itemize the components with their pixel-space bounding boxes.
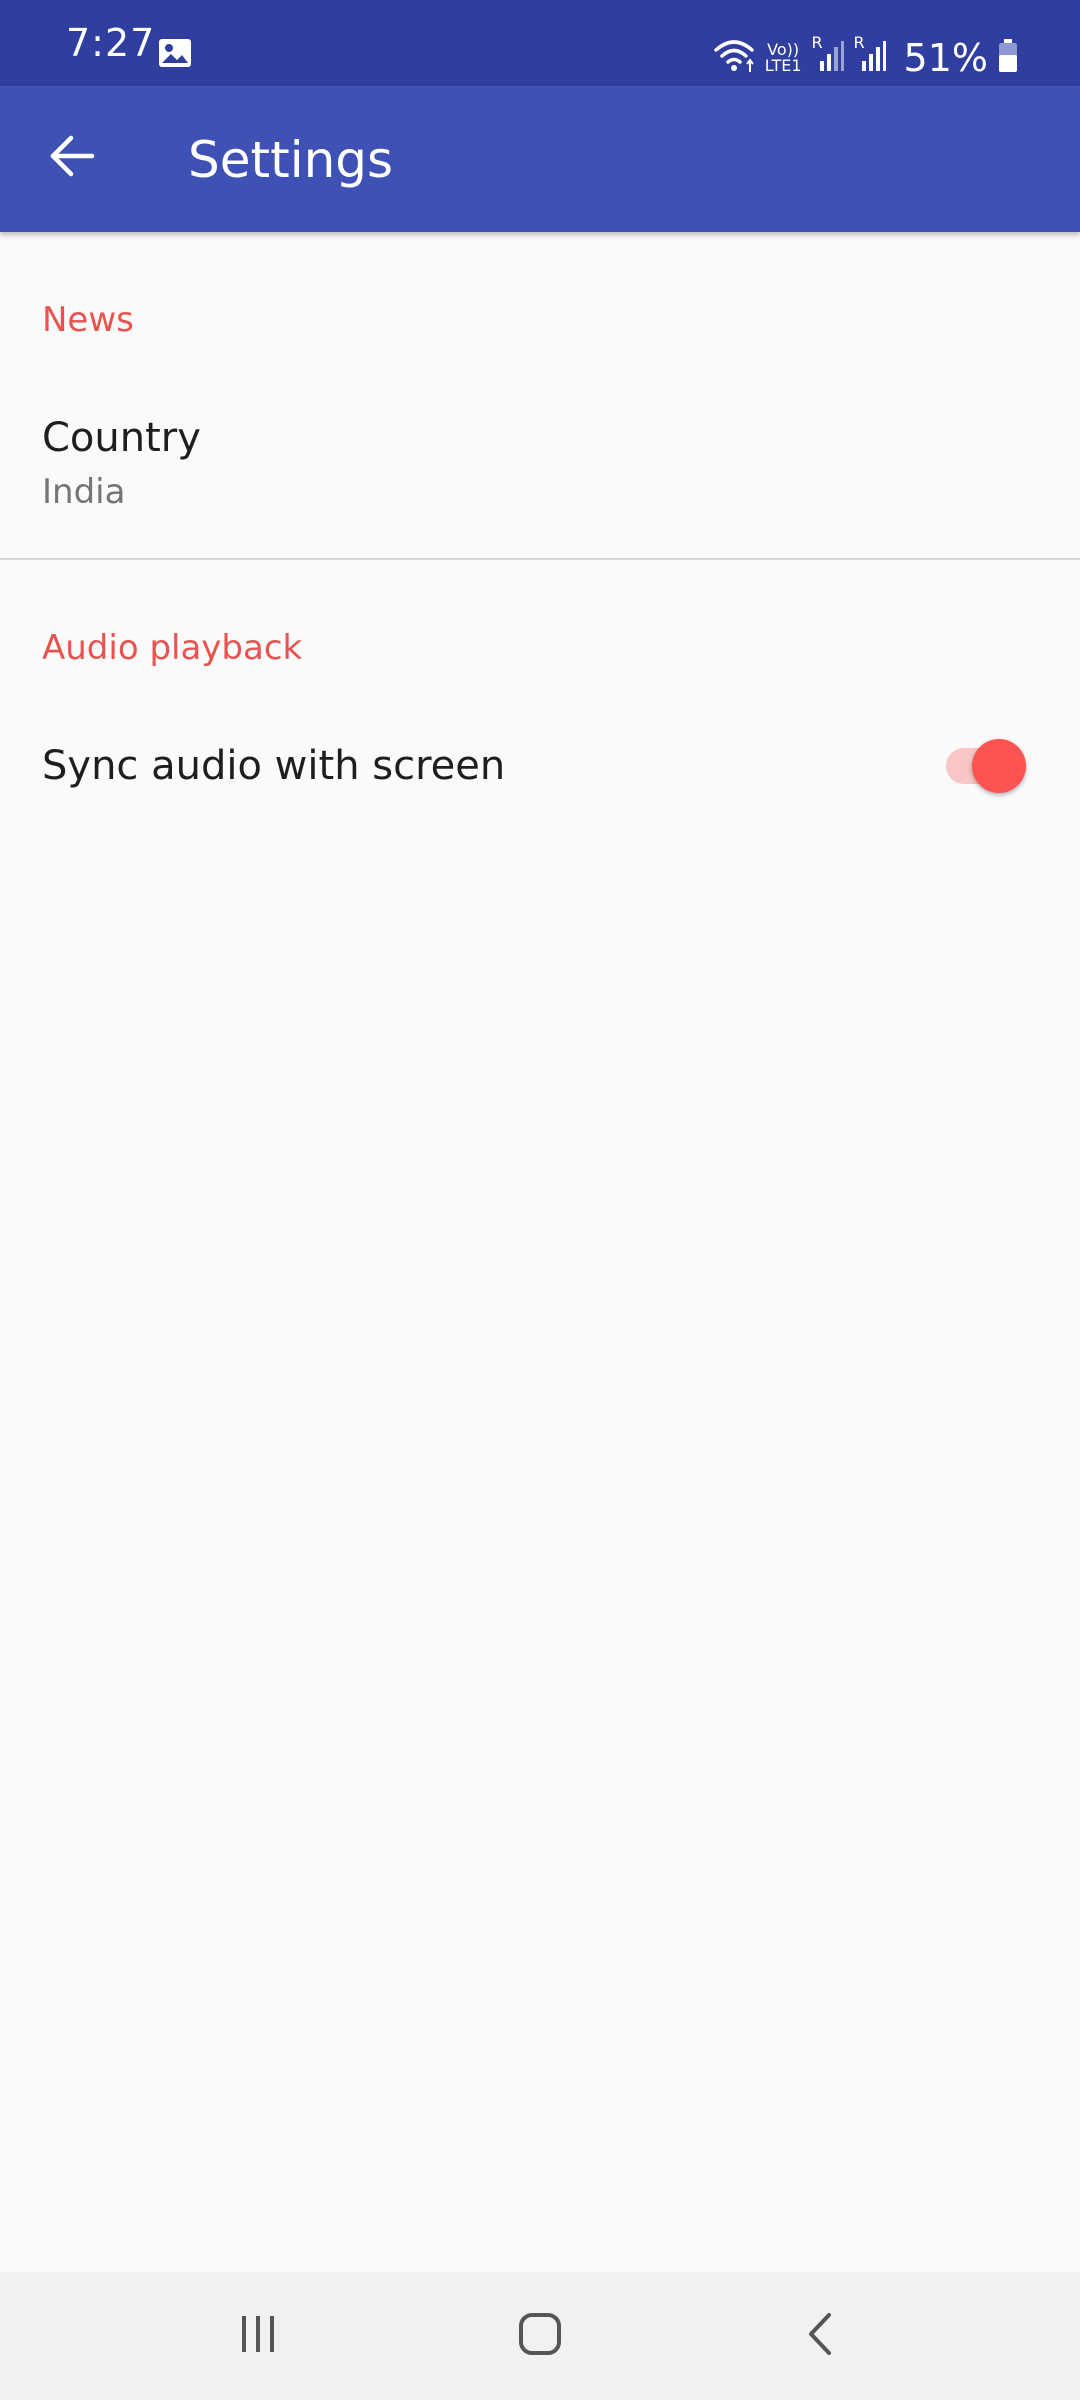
- app-bar: Settings: [0, 86, 1080, 232]
- back-nav-button[interactable]: [780, 2296, 860, 2376]
- category-news: News: [42, 300, 134, 340]
- lte-label: LTE1: [764, 56, 802, 75]
- section-divider: [0, 558, 1080, 560]
- signal-icon: R: [854, 33, 886, 77]
- sync-audio-title: Sync audio with screen: [42, 743, 506, 789]
- navigation-bar: [0, 2272, 1080, 2400]
- country-title: Country: [42, 415, 201, 461]
- battery-percent: 51%: [903, 36, 988, 80]
- back-button[interactable]: [36, 122, 108, 194]
- country-summary: India: [42, 472, 126, 512]
- home-button[interactable]: [500, 2296, 580, 2376]
- arrow-left-icon: [49, 135, 95, 181]
- wifi-icon: [713, 38, 755, 78]
- roaming-label: R: [811, 33, 823, 52]
- country-preference[interactable]: Country India: [0, 388, 1080, 558]
- category-audio-playback: Audio playback: [42, 628, 303, 668]
- page-title: Settings: [188, 131, 394, 189]
- recent-apps-icon: [236, 2314, 280, 2358]
- signal-icon: R: [812, 33, 844, 77]
- roaming-label: R: [853, 33, 865, 52]
- switch-thumb: [972, 739, 1026, 793]
- sync-audio-switch[interactable]: [942, 738, 1028, 794]
- home-icon: [517, 2311, 563, 2361]
- status-indicators: Vo)) LTE1 R R 51%: [713, 28, 1018, 88]
- recent-apps-button[interactable]: [218, 2296, 298, 2376]
- status-bar: 7:27 Vo)) LTE1 R R 51%: [0, 0, 1080, 86]
- sync-audio-preference[interactable]: Sync audio with screen: [0, 700, 1080, 830]
- back-icon: [805, 2311, 835, 2361]
- battery-icon: [998, 39, 1018, 77]
- status-time: 7:27: [66, 21, 156, 65]
- gallery-icon: [158, 38, 192, 72]
- volte-icon: Vo)) LTE1: [765, 42, 802, 74]
